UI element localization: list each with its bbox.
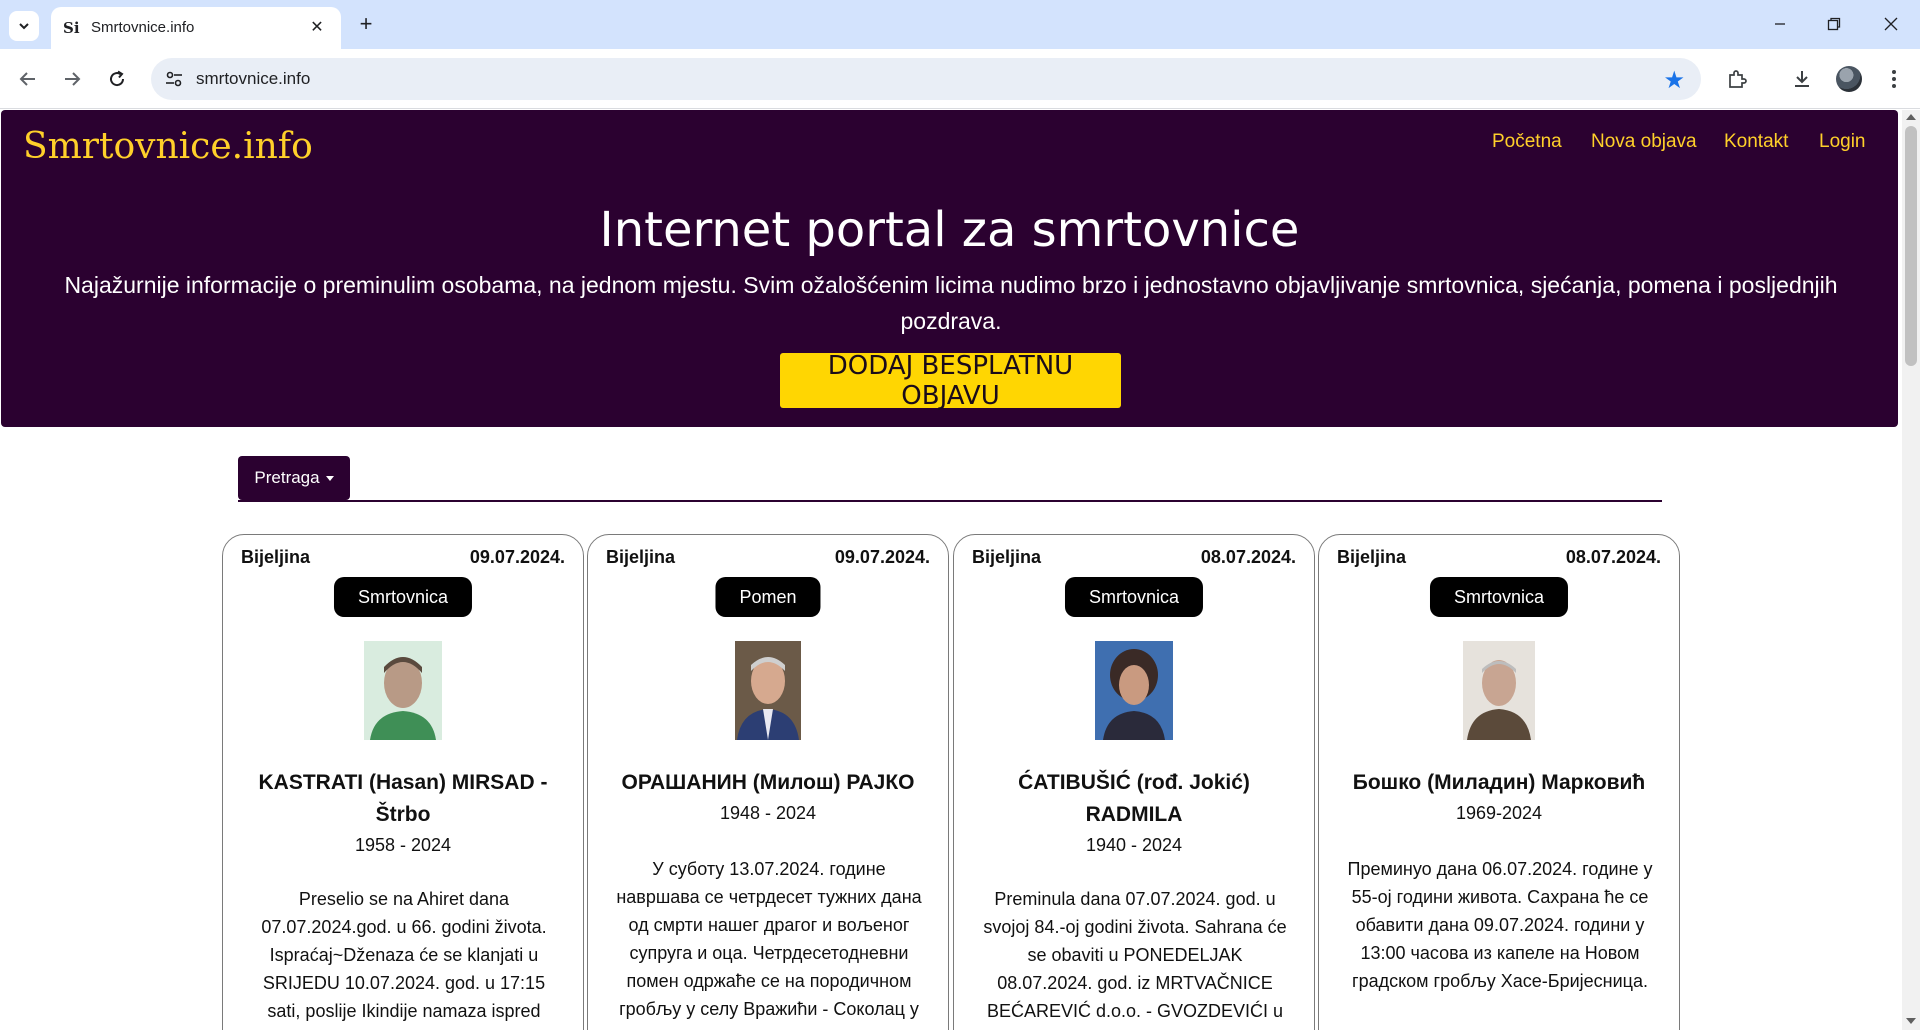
nav-link-kontakt[interactable]: Kontakt bbox=[1724, 131, 1788, 153]
life-years: 1958 - 2024 bbox=[354, 835, 452, 855]
browser-tab[interactable]: Si Smrtovnice.info ✕ bbox=[51, 7, 341, 49]
site-logo[interactable]: Smrtovnice.info bbox=[23, 126, 313, 167]
browser-tab-strip: Si Smrtovnice.info ✕ + bbox=[0, 0, 1920, 49]
card-type-badge: Pomen bbox=[715, 577, 821, 617]
card-type-badge: Smrtovnica bbox=[1429, 577, 1569, 617]
caret-down-icon bbox=[325, 475, 334, 481]
portrait-photo[interactable] bbox=[1463, 641, 1535, 740]
url-text[interactable]: smrtovnice.info bbox=[196, 69, 310, 89]
browser-toolbar: smrtovnice.info ★ bbox=[0, 49, 1920, 109]
site-info-icon[interactable] bbox=[163, 68, 185, 90]
divider bbox=[238, 500, 1662, 502]
hero-subtitle: Najažurnije informacije o preminulim oso… bbox=[64, 272, 1838, 334]
obituary-card[interactable]: Bijeljina 09.07.2024. Pomen ОРАШАНИН (Ми… bbox=[587, 534, 949, 1030]
tab-list-icon[interactable] bbox=[9, 11, 39, 41]
nav-link-nova-objava[interactable]: Nova objava bbox=[1591, 131, 1697, 153]
card-city: Bijeljina bbox=[1337, 547, 1407, 567]
plus-icon[interactable]: + bbox=[352, 10, 380, 38]
obituary-text: Преминуо дана 06.07.2024. године у 55-ој… bbox=[1347, 859, 1653, 991]
card-city: Bijeljina bbox=[972, 547, 1042, 567]
life-years: 1969-2024 bbox=[1455, 803, 1543, 823]
page-scrollbar[interactable] bbox=[1902, 110, 1920, 1030]
search-button-label: Pretraga bbox=[254, 468, 320, 487]
kebab-menu-icon[interactable] bbox=[1878, 63, 1910, 95]
download-icon[interactable] bbox=[1786, 63, 1818, 95]
reload-icon[interactable] bbox=[101, 63, 133, 95]
life-years: 1948 - 2024 bbox=[719, 803, 817, 823]
life-years: 1940 - 2024 bbox=[1085, 835, 1183, 855]
portrait-photo[interactable] bbox=[364, 641, 442, 740]
portrait-photo[interactable] bbox=[735, 641, 801, 740]
portrait-photo[interactable] bbox=[1095, 641, 1173, 740]
hero-title: Internet portal za smrtovnice bbox=[599, 202, 1300, 258]
scroll-down-arrow-icon[interactable] bbox=[1906, 1018, 1916, 1024]
card-date: 09.07.2024. bbox=[469, 547, 565, 567]
tab-title: Smrtovnice.info bbox=[91, 19, 195, 36]
obituary-card[interactable]: Bijeljina 08.07.2024. Smrtovnica ĆATIBUŠ… bbox=[953, 534, 1315, 1030]
card-type-badge: Smrtovnica bbox=[333, 577, 473, 617]
card-date: 09.07.2024. bbox=[834, 547, 930, 567]
minimize-icon[interactable] bbox=[1762, 8, 1798, 40]
tab-favicon: Si bbox=[63, 19, 80, 37]
obituary-text: У суботу 13.07.2024. године навршава се … bbox=[616, 859, 922, 1019]
close-icon[interactable]: ✕ bbox=[305, 15, 329, 39]
nav-link-pocetna[interactable]: Početna bbox=[1492, 131, 1562, 153]
restore-icon[interactable] bbox=[1816, 8, 1852, 40]
bookmark-star-icon[interactable]: ★ bbox=[1663, 66, 1685, 95]
card-type-badge: Smrtovnica bbox=[1064, 577, 1204, 617]
address-bar[interactable]: smrtovnice.info ★ bbox=[151, 58, 1701, 100]
obituary-card[interactable]: Bijeljina 09.07.2024. Smrtovnica KASTRAT… bbox=[222, 534, 584, 1030]
extensions-icon[interactable] bbox=[1721, 63, 1753, 95]
scroll-up-arrow-icon[interactable] bbox=[1906, 114, 1916, 120]
hero-banner: Smrtovnice.info Početna Nova objava Kont… bbox=[1, 110, 1898, 427]
card-city: Bijeljina bbox=[606, 547, 676, 567]
card-date: 08.07.2024. bbox=[1200, 547, 1296, 567]
forward-icon[interactable] bbox=[56, 63, 88, 95]
obituary-text: Preminula dana 07.07.2024. god. u svojoj… bbox=[983, 889, 1287, 1030]
back-icon[interactable] bbox=[12, 63, 44, 95]
page-viewport: Smrtovnice.info Početna Nova objava Kont… bbox=[0, 110, 1920, 1030]
deceased-name: ОРАШАНИН (Милош) РАЈКО bbox=[621, 771, 915, 794]
deceased-name: ĆATIBUŠIĆ (rođ. Jokić) RADMILA bbox=[1018, 771, 1250, 826]
scroll-thumb[interactable] bbox=[1905, 126, 1917, 366]
add-free-post-button[interactable]: DODAJ BESPLATNU OBJAVU bbox=[780, 351, 1121, 411]
deceased-name: KASTRATI (Hasan) MIRSAD - Štrbo bbox=[258, 771, 548, 826]
profile-avatar[interactable] bbox=[1836, 66, 1862, 92]
nav-link-login[interactable]: Login bbox=[1819, 131, 1866, 153]
obituary-card[interactable]: Bijeljina 08.07.2024. Smrtovnica Бошко (… bbox=[1318, 534, 1680, 1030]
card-date: 08.07.2024. bbox=[1565, 547, 1661, 567]
search-dropdown-button[interactable]: Pretraga bbox=[238, 456, 350, 500]
obituary-text: Preselio se na Ahiret dana 07.07.2024.go… bbox=[261, 889, 547, 1030]
close-window-icon[interactable] bbox=[1873, 8, 1909, 40]
deceased-name: Бошко (Миладин) Марковић bbox=[1352, 771, 1646, 794]
card-city: Bijeljina bbox=[241, 547, 311, 567]
